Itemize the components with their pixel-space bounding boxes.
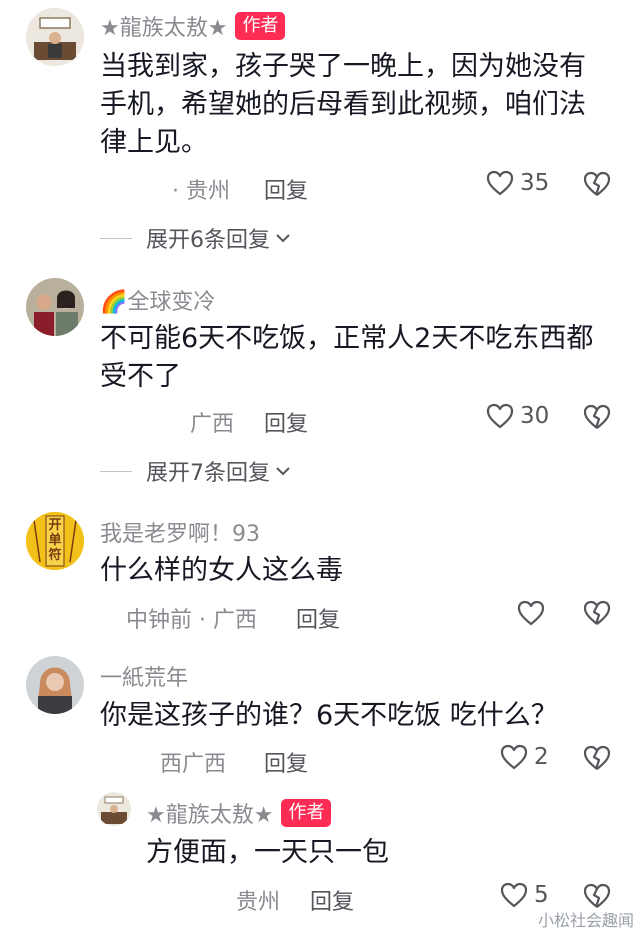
like-button[interactable]: 2: [500, 744, 549, 770]
avatar-label: 开单符: [48, 518, 62, 563]
comment-username[interactable]: ★龍族太敖★ 作者: [100, 10, 286, 42]
comment-username[interactable]: 一紙荒年: [100, 660, 188, 692]
username-text[interactable]: ★龍族太敖★: [146, 797, 273, 829]
reply-button[interactable]: 回复: [310, 884, 354, 916]
comment-time-location: 中钟前 · 广西: [126, 608, 257, 633]
comment-location: · 贵州: [172, 179, 230, 204]
reply-text[interactable]: 方便面，一天只一包: [146, 834, 606, 872]
avatar-image: [97, 792, 131, 826]
like-count: 2: [534, 744, 549, 770]
username-text[interactable]: 🌈全球变冷: [100, 284, 215, 316]
broken-heart-icon: [583, 171, 611, 196]
dislike-button[interactable]: [583, 171, 611, 201]
avatar-image: [26, 656, 84, 714]
broken-heart-icon: [583, 600, 611, 625]
like-count: 30: [520, 403, 550, 429]
like-button[interactable]: 5: [500, 882, 549, 908]
comment-username[interactable]: 我是老罗啊！93: [100, 516, 260, 548]
divider-line: [100, 470, 132, 472]
reply-location: 贵州: [236, 890, 281, 915]
avatar-image: [26, 278, 84, 336]
avatar[interactable]: 开单符: [26, 512, 84, 570]
broken-heart-icon: [583, 883, 611, 908]
divider-line: [100, 237, 132, 239]
heart-icon: [486, 170, 514, 196]
author-badge: 作者: [281, 799, 332, 827]
username-text[interactable]: 我是老罗啊！93: [100, 516, 260, 548]
expand-replies[interactable]: 展开7条回复: [100, 455, 292, 487]
dislike-button[interactable]: [583, 404, 611, 434]
avatar[interactable]: [26, 656, 84, 714]
chevron-down-icon: [276, 467, 290, 476]
reply-button[interactable]: 回复: [264, 173, 308, 205]
heart-icon: [500, 744, 528, 770]
like-button[interactable]: 30: [486, 403, 549, 429]
like-count: 35: [520, 170, 550, 196]
avatar[interactable]: [26, 278, 84, 336]
avatar-image: [26, 8, 84, 66]
dislike-button[interactable]: [583, 745, 611, 775]
broken-heart-icon: [583, 745, 611, 770]
heart-icon: [486, 403, 514, 429]
comment-text[interactable]: 你是这孩子的谁？6天不吃饭 吃什么？: [100, 697, 610, 735]
like-count: 5: [534, 882, 549, 908]
expand-replies[interactable]: 展开6条回复: [100, 222, 292, 254]
reply-button[interactable]: 回复: [296, 602, 340, 634]
comment-location: 西广西: [160, 752, 227, 777]
heart-icon: [517, 600, 545, 626]
watermark: 小松社会趣闻: [537, 911, 634, 930]
username-text[interactable]: ★龍族太敖★: [100, 10, 227, 42]
expand-replies-label[interactable]: 展开7条回复: [146, 455, 270, 487]
comment-text[interactable]: 什么样的女人这么毒: [100, 552, 610, 590]
comment-text[interactable]: 当我到家，孩子哭了一晚上，因为她没有手机，希望她的后母看到此视频，咱们法律上见。: [100, 48, 610, 162]
expand-replies-label[interactable]: 展开6条回复: [146, 222, 270, 254]
comment-username[interactable]: 🌈全球变冷: [100, 284, 215, 316]
broken-heart-icon: [583, 404, 611, 429]
comment-text[interactable]: 不可能6天不吃饭，正常人2天不吃东西都受不了: [100, 320, 610, 396]
heart-icon: [500, 882, 528, 908]
like-button[interactable]: 35: [486, 170, 549, 196]
like-button[interactable]: [517, 600, 551, 626]
comment-location: 广西: [190, 412, 235, 437]
author-badge: 作者: [235, 12, 286, 40]
dislike-button[interactable]: [583, 600, 611, 630]
chevron-down-icon: [276, 234, 290, 243]
reply-button[interactable]: 回复: [264, 406, 308, 438]
avatar[interactable]: [26, 8, 84, 66]
username-text[interactable]: 一紙荒年: [100, 660, 188, 692]
reply-button[interactable]: 回复: [264, 746, 308, 778]
reply-username[interactable]: ★龍族太敖★ 作者: [146, 797, 332, 829]
avatar[interactable]: [97, 792, 131, 826]
